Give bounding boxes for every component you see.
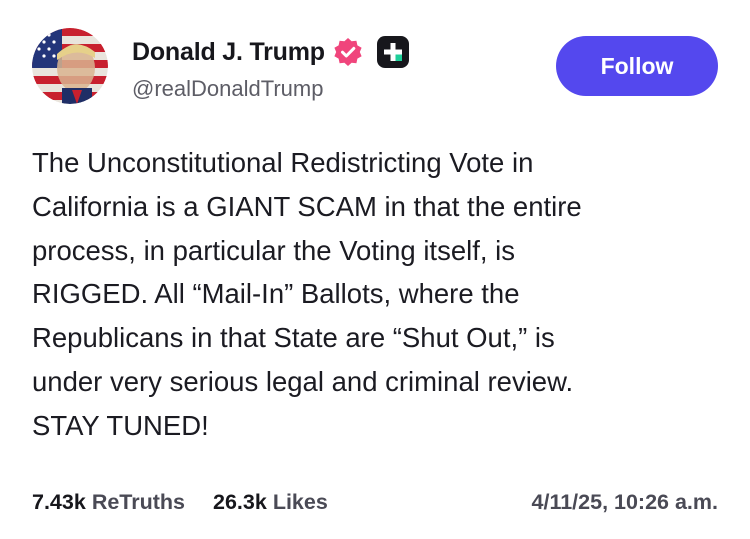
retruths-stat[interactable]: 7.43k ReTruths <box>32 490 185 515</box>
post-line: Republicans in that State are “Shut Out,… <box>32 322 555 354</box>
post-footer: 7.43k ReTruths 26.3k Likes 4/11/25, 10:2… <box>32 487 718 517</box>
display-name[interactable]: Donald J. Trump <box>132 38 325 67</box>
post-line: process, in particular the Voting itself… <box>32 234 516 266</box>
likes-stat[interactable]: 26.3k Likes <box>213 490 328 515</box>
post-line: The Unconstitutional Redistricting Vote … <box>32 147 534 178</box>
verified-badge-icon <box>334 38 362 66</box>
post-line: STAY TUNED! <box>32 409 209 441</box>
post-timestamp[interactable]: 4/11/25, 10:26 a.m. <box>532 490 718 515</box>
retruths-label: ReTruths <box>91 489 185 514</box>
profile-photo-icon <box>32 28 108 104</box>
post-line: California is a GIANT SCAM in that the e… <box>32 190 582 222</box>
truth-plus-badge-icon <box>376 36 409 68</box>
likes-count: 26.3k <box>213 489 267 514</box>
post-text: The Unconstitutional Redistricting Vote … <box>32 141 722 448</box>
retruths-count: 7.43k <box>32 489 86 514</box>
post-line: under very serious legal and criminal re… <box>32 365 574 397</box>
avatar[interactable] <box>32 28 108 104</box>
author-handle[interactable]: @realDonaldTrump <box>132 76 323 102</box>
author-header: Donald J. Trump <box>132 34 409 70</box>
post-line: RIGGED. All “Mail-In” Ballots, where the <box>32 278 520 310</box>
follow-button[interactable]: Follow <box>556 36 718 96</box>
likes-label: Likes <box>272 489 328 514</box>
